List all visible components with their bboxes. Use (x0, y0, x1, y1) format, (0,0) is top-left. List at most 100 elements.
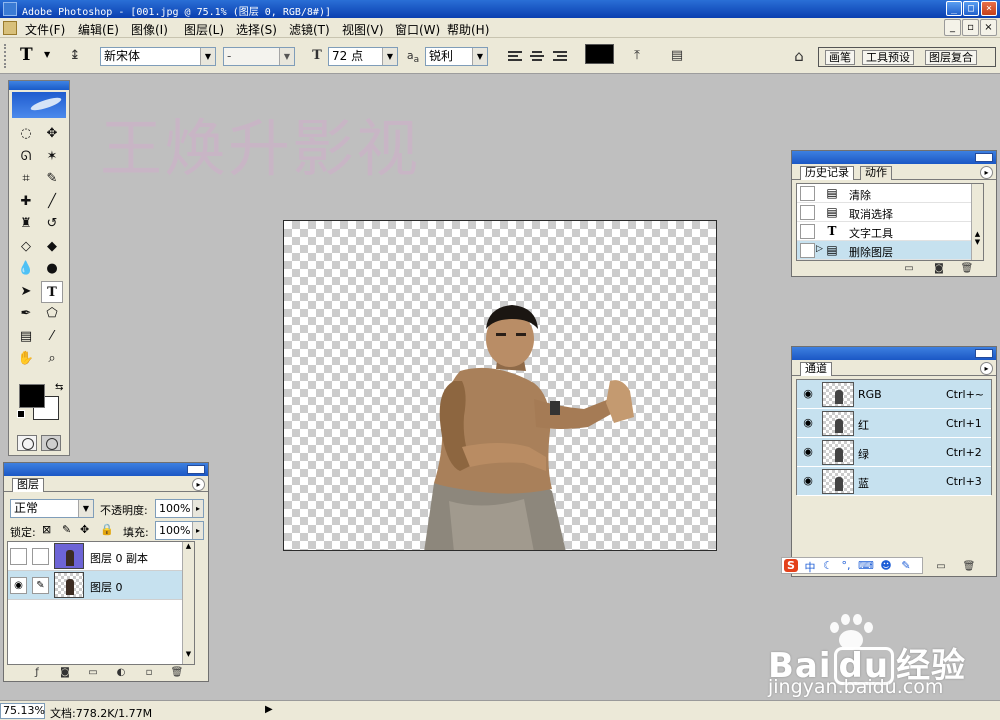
menu-select[interactable]: 选择(S) (236, 21, 277, 38)
text-orientation-icon[interactable]: ↨ (66, 47, 84, 65)
history-item[interactable]: ▤ 清除 (797, 184, 983, 203)
crop-tool-icon[interactable]: ⌗ (15, 168, 37, 190)
document-minimize-button[interactable]: _ (944, 19, 961, 36)
keyboard-icon[interactable]: ⌨ (858, 559, 874, 572)
align-left-button[interactable] (506, 48, 524, 64)
layers-scrollbar[interactable]: ▲ ▼ (182, 542, 194, 664)
default-colors-icon[interactable] (17, 410, 25, 418)
file-browser-icon[interactable]: ⌂ (790, 47, 808, 65)
font-size-select[interactable]: 72 点 ▼ (328, 47, 398, 66)
marquee-tool-icon[interactable]: ◌ (15, 123, 37, 145)
palette-tab-tool-presets[interactable]: 工具预设 (862, 50, 914, 65)
tool-preset-dropdown-icon[interactable]: ▼ (44, 50, 50, 59)
punctuation-icon[interactable]: °, (838, 559, 854, 572)
palette-tab-brushes[interactable]: 画笔 (825, 50, 855, 65)
healing-brush-tool-icon[interactable]: ✚ (15, 191, 37, 213)
history-scrollbar[interactable]: ▲ ▼ (971, 184, 983, 260)
lock-all-icon[interactable]: 🔒 (100, 523, 114, 536)
slice-tool-icon[interactable]: ✎ (41, 168, 63, 190)
menu-layer[interactable]: 图层(L) (184, 21, 224, 38)
lock-position-icon[interactable]: ✥ (80, 523, 89, 536)
standard-mode-button[interactable] (17, 435, 37, 451)
move-tool-icon[interactable]: ✥ (41, 123, 63, 145)
toolbox-title-bar[interactable] (9, 81, 69, 90)
text-color-swatch[interactable] (585, 44, 614, 64)
history-source-checkbox[interactable] (800, 224, 815, 239)
history-item[interactable]: T 文字工具 (797, 222, 983, 241)
panel-minimize-button[interactable] (975, 153, 993, 162)
blur-tool-icon[interactable]: 💧 (15, 258, 37, 280)
lock-pixels-icon[interactable]: ✎ (62, 523, 71, 536)
channel-row-rgb[interactable]: ◉ RGB Ctrl+~ (797, 380, 991, 409)
tab-actions[interactable]: 动作 (860, 166, 892, 180)
shape-tool-icon[interactable]: ⬠ (41, 303, 63, 325)
tab-channels[interactable]: 通道 (800, 362, 832, 376)
eye-icon[interactable]: ◉ (799, 473, 817, 489)
history-source-checkbox[interactable] (800, 243, 815, 258)
new-snapshot-icon[interactable]: ◙ (932, 263, 946, 275)
brush-icon[interactable]: ✎ (32, 577, 49, 594)
layer-style-icon[interactable]: ƒ (30, 667, 44, 679)
layer-link-toggle[interactable] (32, 548, 49, 565)
history-item-selected[interactable]: ▷ ▤ 删除图层 (797, 241, 983, 260)
magic-wand-tool-icon[interactable]: ✶ (41, 146, 63, 168)
delete-state-icon[interactable]: 🗑 (960, 263, 974, 275)
paint-bucket-tool-icon[interactable]: ◆ (41, 236, 63, 258)
wrench-icon[interactable]: ✎ (898, 559, 914, 572)
delete-layer-icon[interactable]: 🗑 (170, 667, 184, 679)
eyedropper-tool-icon[interactable]: ⁄ (41, 326, 63, 348)
channels-panel-title-bar[interactable] (792, 347, 996, 360)
menu-image[interactable]: 图像(I) (131, 21, 168, 38)
hand-tool-icon[interactable]: ✋ (15, 348, 37, 370)
eye-icon[interactable]: ◉ (799, 444, 817, 460)
foreground-color-swatch[interactable] (19, 384, 45, 408)
adobe-online-icon[interactable] (12, 92, 66, 118)
align-right-button[interactable] (551, 48, 569, 64)
fill-input[interactable]: 100% ▸ (155, 521, 204, 540)
type-tool-icon[interactable]: T (41, 280, 63, 303)
dodge-tool-icon[interactable]: ● (41, 258, 63, 280)
panel-menu-arrow-icon[interactable]: ▸ (192, 478, 205, 491)
panel-menu-arrow-icon[interactable]: ▸ (980, 362, 993, 375)
panel-minimize-button[interactable] (975, 349, 993, 358)
antialias-select[interactable]: 锐利 ▼ (425, 47, 488, 66)
layer-row-selected[interactable]: ◉ ✎ 图层 0 (8, 571, 194, 600)
pen-tool-icon[interactable]: ✒ (15, 303, 37, 325)
new-channel-icon[interactable]: ▭ (934, 561, 948, 573)
warp-text-icon[interactable]: ⤒ (628, 47, 646, 65)
eye-icon[interactable]: ◉ (799, 386, 817, 402)
eye-icon[interactable]: ◉ (10, 577, 27, 594)
path-selection-tool-icon[interactable]: ➤ (15, 281, 37, 303)
layers-panel-title-bar[interactable] (4, 463, 208, 476)
panel-menu-arrow-icon[interactable]: ▸ (980, 166, 993, 179)
menu-file[interactable]: 文件(F) (25, 21, 65, 38)
status-menu-arrow-icon[interactable]: ▶ (265, 704, 273, 715)
menu-window[interactable]: 窗口(W) (395, 21, 440, 38)
document-restore-button[interactable]: ▫ (962, 19, 979, 36)
menu-view[interactable]: 视图(V) (342, 21, 384, 38)
history-panel-title-bar[interactable] (792, 151, 996, 164)
zoom-level-input[interactable]: 75.13% (0, 703, 45, 719)
notes-tool-icon[interactable]: ▤ (15, 326, 37, 348)
history-item[interactable]: ▤ 取消选择 (797, 203, 983, 222)
font-style-select[interactable]: - ▼ (223, 47, 295, 66)
eraser-tool-icon[interactable]: ◇ (15, 236, 37, 258)
menu-filter[interactable]: 滤镜(T) (289, 21, 330, 38)
clone-stamp-tool-icon[interactable]: ♜ (15, 213, 37, 235)
moon-icon[interactable]: ☾ (820, 559, 836, 572)
character-panel-icon[interactable]: ▤ (668, 47, 686, 65)
sogou-ime-icon[interactable]: S (784, 559, 798, 572)
close-window-button[interactable]: × (981, 1, 997, 16)
lasso-tool-icon[interactable]: ᘏ (15, 146, 37, 168)
palette-tab-layer-comps[interactable]: 图层复合 (925, 50, 977, 65)
channel-row-red[interactable]: ◉ 红 Ctrl+1 (797, 409, 991, 438)
tab-history[interactable]: 历史记录 (800, 166, 854, 180)
eye-icon[interactable]: ◉ (799, 415, 817, 431)
delete-channel-icon[interactable]: 🗑 (962, 561, 976, 573)
document-canvas[interactable] (283, 220, 717, 551)
history-source-checkbox[interactable] (800, 205, 815, 220)
ime-language-toggle[interactable]: 中 (802, 559, 818, 575)
document-menu-icon[interactable] (3, 21, 17, 35)
layer-visibility-toggle[interactable] (10, 548, 27, 565)
history-source-checkbox[interactable] (800, 186, 815, 201)
